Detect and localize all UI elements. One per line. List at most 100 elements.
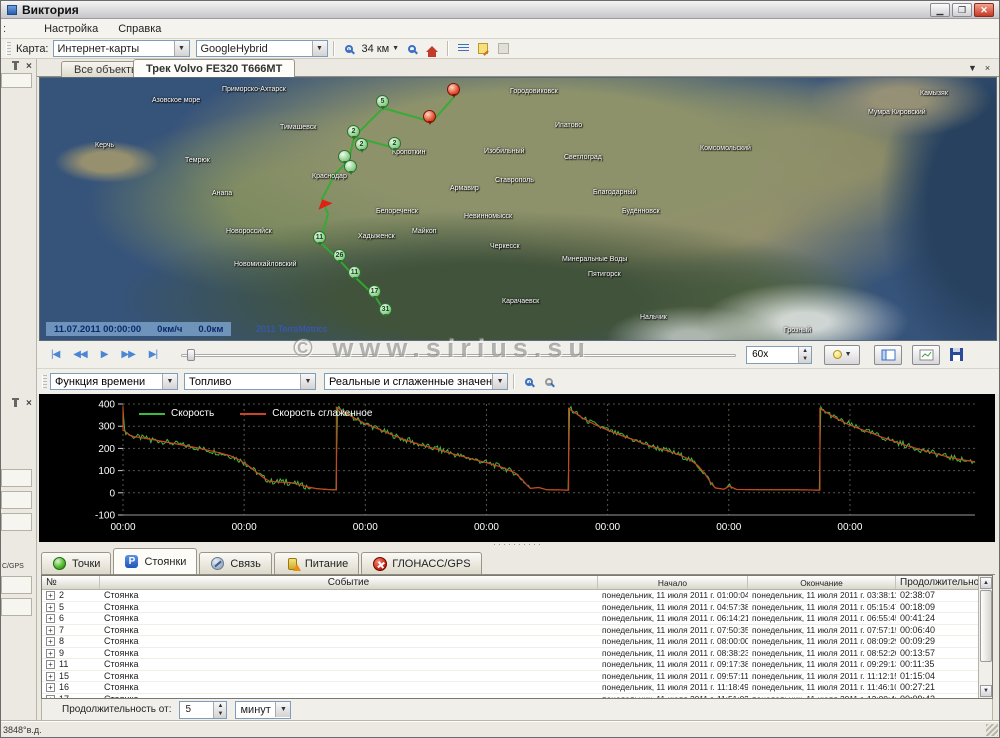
tab-stops[interactable]: P Стоянки xyxy=(113,548,197,574)
finish-flag-marker[interactable] xyxy=(447,83,460,96)
tab-connection[interactable]: Связь xyxy=(199,552,271,574)
speed-spinner[interactable]: 60x▲▼ xyxy=(746,346,812,364)
scroll-thumb[interactable] xyxy=(980,590,992,662)
col-end[interactable]: Окончание xyxy=(748,576,896,589)
chevron-down-icon[interactable]: ▼ xyxy=(492,374,507,389)
speed-chart[interactable]: 4003002001000-10000:0000:0000:0000:0000:… xyxy=(39,394,995,542)
map-view[interactable]: Азовское мореПриморско-АхтарскГородовико… xyxy=(39,77,997,341)
map-source-combo[interactable]: Интернет-карты▼ xyxy=(53,40,190,57)
chevron-down-icon[interactable]: ▼ xyxy=(275,702,290,717)
menu-settings[interactable]: Настройка xyxy=(34,21,108,37)
track-point-marker[interactable]: 2 xyxy=(388,137,401,150)
play-button[interactable]: ▶ xyxy=(101,349,108,360)
zoom-in-button[interactable]: + xyxy=(339,40,359,58)
chevron-down-icon[interactable]: ▼ xyxy=(174,41,189,56)
menu-help[interactable]: Справка xyxy=(108,21,171,37)
table-row[interactable]: +5Стоянкапонедельник, 11 июля 2011 г. 04… xyxy=(42,602,992,614)
chevron-down-icon[interactable]: ▼ xyxy=(300,374,315,389)
chart-zoom-out-button[interactable]: − xyxy=(539,373,559,391)
map-city-label: Мумра Кировский xyxy=(868,109,926,116)
toolbar-grip[interactable] xyxy=(42,375,47,389)
fast-forward-button[interactable]: ▶▶ xyxy=(121,349,134,360)
col-event[interactable]: Событие xyxy=(100,576,598,589)
chevron-down-icon: ▼ xyxy=(845,351,852,358)
track-point-marker[interactable]: 17 xyxy=(368,285,381,298)
expand-icon[interactable]: + xyxy=(46,683,55,692)
save-button[interactable] xyxy=(950,348,963,361)
balloon-toggle-button[interactable]: ▼ xyxy=(824,345,860,365)
table-row[interactable]: +16Стоянкапонедельник, 11 июля 2011 г. 1… xyxy=(42,682,992,694)
track-point-marker[interactable]: 26 xyxy=(333,249,346,262)
list-button[interactable] xyxy=(453,40,473,58)
expand-icon[interactable]: + xyxy=(46,614,55,623)
edit-button[interactable] xyxy=(473,40,493,58)
table-scrollbar[interactable]: ▲ ▼ xyxy=(978,576,992,698)
track-point-marker[interactable] xyxy=(344,160,357,173)
table-row[interactable]: +6Стоянкапонедельник, 11 июля 2011 г. 06… xyxy=(42,613,992,625)
scroll-up-icon[interactable]: ▲ xyxy=(980,577,992,589)
table-row[interactable]: +15Стоянкапонедельник, 11 июля 2011 г. 0… xyxy=(42,671,992,683)
expand-icon[interactable]: + xyxy=(46,591,55,600)
track-point-marker[interactable]: 11 xyxy=(313,231,326,244)
rewind-button[interactable]: ◀◀ xyxy=(73,349,86,360)
chevron-down-icon[interactable]: ▼ xyxy=(312,41,327,56)
duration-value-spinner[interactable]: 5▲▼ xyxy=(179,701,227,719)
tab-power[interactable]: Питание xyxy=(274,552,359,574)
expand-icon[interactable]: + xyxy=(46,672,55,681)
map-panel-button[interactable] xyxy=(874,345,902,365)
expand-icon[interactable]: + xyxy=(46,637,55,646)
title-bar[interactable]: Виктория ▁ ❐ ✕ xyxy=(1,1,999,19)
track-point-marker[interactable]: 11 xyxy=(348,266,361,279)
expand-icon[interactable]: + xyxy=(46,649,55,658)
expand-icon[interactable]: + xyxy=(46,626,55,635)
pin-icon[interactable] xyxy=(14,62,17,70)
zoom-out-button[interactable]: − xyxy=(402,40,422,58)
col-duration[interactable]: Продолжительность xyxy=(896,576,980,589)
chevron-down-icon[interactable]: ▼ xyxy=(162,374,177,389)
status-bar: 3848°в.д. xyxy=(1,721,999,737)
skip-start-button[interactable]: |◀ xyxy=(51,349,59,360)
skip-end-button[interactable]: ▶| xyxy=(149,349,157,360)
pin-icon[interactable] xyxy=(14,399,17,407)
scroll-down-icon[interactable]: ▼ xyxy=(980,685,992,697)
mode-combo[interactable]: Реальные и сглаженные значен▼ xyxy=(324,373,508,390)
resize-grip[interactable] xyxy=(986,724,998,736)
track-point-marker[interactable]: 5 xyxy=(376,95,389,108)
minimize-button[interactable]: ▁ xyxy=(930,3,950,17)
finish-flag-marker[interactable] xyxy=(423,110,436,123)
track-point-marker[interactable]: 31 xyxy=(379,303,392,316)
tab-close-icon[interactable]: × xyxy=(981,62,994,75)
slider-thumb[interactable] xyxy=(187,349,195,361)
track-point-marker[interactable]: 2 xyxy=(355,138,368,151)
duration-unit-combo[interactable]: минут▼ xyxy=(235,701,291,719)
tab-glonass-gps[interactable]: ГЛОНАСС/GPS xyxy=(361,552,481,574)
tab-list-dropdown-icon[interactable]: ▼ xyxy=(966,62,979,75)
table-row[interactable]: +11Стоянкапонедельник, 11 июля 2011 г. 0… xyxy=(42,659,992,671)
close-button[interactable]: ✕ xyxy=(974,3,994,17)
tab-points[interactable]: Точки xyxy=(41,552,111,574)
track-point-marker[interactable]: 2 xyxy=(347,125,360,138)
col-number[interactable]: № xyxy=(42,576,100,589)
restore-button[interactable]: ❐ xyxy=(952,3,972,17)
close-icon[interactable]: × xyxy=(26,62,32,71)
spinner-arrows-icon[interactable]: ▲▼ xyxy=(798,347,811,363)
home-button[interactable] xyxy=(422,40,442,58)
expand-icon[interactable]: + xyxy=(46,603,55,612)
playback-slider[interactable] xyxy=(181,348,736,362)
table-row[interactable]: +9Стоянкапонедельник, 11 июля 2011 г. 08… xyxy=(42,648,992,660)
parameter-combo[interactable]: Топливо▼ xyxy=(184,373,316,390)
map-type-combo[interactable]: GoogleHybrid▼ xyxy=(196,40,328,57)
tab-track-volvo[interactable]: Трек Volvo FE320 Т666МТ xyxy=(133,59,295,77)
chart-zoom-in-button[interactable]: + xyxy=(519,373,539,391)
spinner-arrows-icon[interactable]: ▲▼ xyxy=(213,702,226,718)
col-start[interactable]: Начало xyxy=(598,576,748,589)
table-row[interactable]: +8Стоянкапонедельник, 11 июля 2011 г. 08… xyxy=(42,636,992,648)
expand-icon[interactable]: + xyxy=(46,660,55,669)
close-icon[interactable]: × xyxy=(26,399,32,408)
table-row[interactable]: +7Стоянкапонедельник, 11 июля 2011 г. 07… xyxy=(42,625,992,637)
table-row[interactable]: +2Стоянкапонедельник, 11 июля 2011 г. 01… xyxy=(42,590,992,602)
function-combo[interactable]: Функция времени▼ xyxy=(50,373,178,390)
chart-panel-button[interactable] xyxy=(912,345,940,365)
toolbar-grip[interactable] xyxy=(6,42,11,56)
map-scale-dropdown[interactable]: 34 км▼ xyxy=(359,43,403,55)
